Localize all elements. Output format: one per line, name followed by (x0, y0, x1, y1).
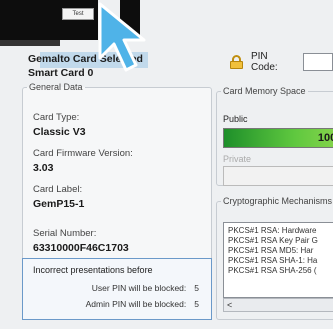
user-pin-row: User PIN will be blocked: 5 (92, 283, 199, 293)
card-label-label: Card Label: (33, 184, 83, 195)
black-bar-top (40, 0, 98, 8)
serial-value: 63310000F46C1703 (33, 242, 129, 254)
incorrect-presentations-box: Incorrect presentations before User PIN … (22, 258, 212, 320)
card-type-value: Classic V3 (33, 126, 86, 138)
incorrect-presentations-title: Incorrect presentations before (33, 265, 153, 275)
test-button[interactable]: Test (62, 8, 94, 20)
admin-pin-row: Admin PIN will be blocked: 5 (86, 299, 199, 309)
card-label-value: GemP15-1 (33, 198, 85, 210)
scroll-left-icon[interactable]: < (227, 300, 232, 310)
list-item[interactable]: PKCS#1 RSA: Hardware (228, 226, 333, 236)
firmware-label: Card Firmware Version: (33, 148, 133, 159)
private-memory-label: Private (223, 154, 252, 164)
card-memory-legend: Card Memory Space (223, 86, 306, 96)
public-memory-label: Public (223, 114, 248, 124)
list-item[interactable]: PKCS#1 RSA Key Pair G (228, 236, 333, 246)
pin-input[interactable] (303, 53, 333, 71)
card-type-label: Card Type: (33, 112, 80, 123)
firmware-value: 3.03 (33, 162, 54, 174)
admin-pin-label: Admin PIN will be blocked: (85, 299, 187, 309)
list-item[interactable]: PKCS#1 RSA SHA-1: Ha (228, 256, 333, 266)
crypto-mechanisms-legend: Cryptographic Mechanisms (223, 196, 333, 206)
crypto-mechanisms-group: Cryptographic Mechanisms PKCS#1 RSA: Har… (216, 196, 333, 320)
list-item[interactable]: PKCS#1 RSA MD5: Har (228, 246, 333, 256)
pin-row: PIN Code: (230, 51, 333, 73)
list-item[interactable]: PKCS#1 RSA SHA-256 ( (228, 266, 333, 276)
crypto-mechanisms-list[interactable]: PKCS#1 RSA: Hardware PKCS#1 RSA Key Pair… (223, 222, 333, 298)
lock-icon (230, 55, 243, 69)
serial-label: Serial Number: (33, 228, 97, 239)
public-memory-bar: 100% (223, 128, 333, 148)
card-properties-window: Test Gemalto Card Selected Smart Card 0 … (0, 0, 333, 329)
card-memory-group: Card Memory Space Public 100% Private (216, 86, 333, 186)
private-memory-bar (223, 166, 333, 186)
public-memory-percent: 100% (317, 132, 333, 144)
horizontal-scrollbar[interactable]: < (223, 298, 333, 312)
user-pin-label: User PIN will be blocked: (91, 283, 187, 293)
general-data-legend: General Data (29, 82, 83, 92)
mouse-cursor-icon (98, 2, 146, 72)
admin-pin-value: 5 (194, 299, 199, 309)
user-pin-value: 5 (194, 283, 199, 293)
pin-label: PIN Code: (250, 51, 278, 73)
black-bar-mid (0, 40, 60, 46)
